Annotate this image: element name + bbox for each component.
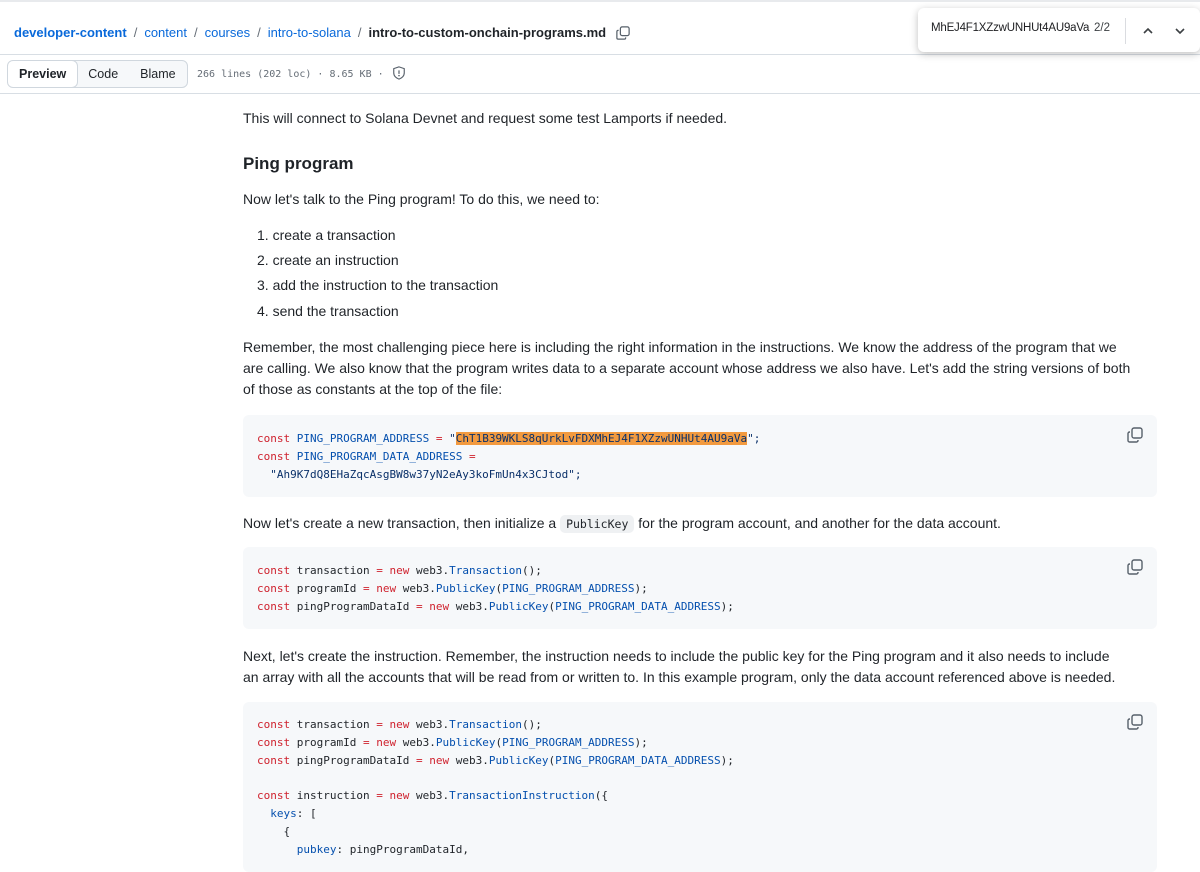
- list-item: 3. add the instruction to the transactio…: [257, 277, 499, 293]
- paragraph-intro: Now let's talk to the Ping program! To d…: [243, 191, 600, 207]
- paragraph-remember-line: are calling. We also know that the progr…: [243, 360, 1131, 376]
- paragraph-remember-line: of those as constants at the top of the …: [243, 381, 503, 397]
- breadcrumb-repo-link[interactable]: developer-content: [14, 25, 127, 40]
- chevron-down-icon: [1175, 28, 1185, 35]
- current-file-name: intro-to-custom-onchain-programs.md: [368, 25, 607, 40]
- copy-path-icon[interactable]: [616, 25, 630, 40]
- code-line: const PING_PROGRAM_ADDRESS = "ChT1B39WKL…: [257, 432, 761, 445]
- breadcrumb-separator: /: [257, 25, 261, 40]
- breadcrumb-content-link[interactable]: content: [144, 25, 187, 40]
- tab-preview[interactable]: Preview: [7, 61, 79, 87]
- paragraph-devnet: This will connect to Solana Devnet and r…: [243, 110, 728, 126]
- code-line: "Ah9K7dQ8EHaZqcAsgBW8w37yN2eAy3koFmUn4x3…: [270, 468, 582, 481]
- code-line: const programId = new web3.PublicKey(PIN…: [257, 582, 648, 595]
- tab-blame[interactable]: Blame: [129, 61, 186, 87]
- copy-icon: [1127, 714, 1143, 730]
- paragraph-remember-line: Remember, the most challenging piece her…: [243, 339, 1117, 355]
- code-line: const pingProgramDataId = new web3.Publi…: [257, 754, 734, 767]
- copy-icon: [1127, 559, 1143, 575]
- code-line: pubkey: pingProgramDataId,: [296, 843, 469, 856]
- code-line: const instruction = new web3.Transaction…: [257, 789, 609, 802]
- tab-code[interactable]: Code: [77, 61, 129, 87]
- breadcrumb-separator: /: [357, 25, 362, 40]
- view-mode-switch: Preview Code Blame: [7, 60, 188, 88]
- find-in-page-bar: MhEJ4F1XZzwUNHUt4AU9aVa 2/2: [918, 8, 1200, 52]
- find-query-input[interactable]: MhEJ4F1XZzwUNHUt4AU9aVa: [931, 22, 1089, 34]
- paragraph-new-transaction: Now let's create a new transaction, then…: [243, 515, 1001, 533]
- code-line: const transaction = new web3.Transaction…: [257, 718, 542, 731]
- find-match-highlight: ChT1B39WKLS8qUrkLvFDXMhEJ4F1XZzwUNHUt4AU…: [455, 432, 748, 445]
- copy-code-button[interactable]: [1127, 427, 1143, 443]
- file-info: 266 lines (202 loc) · 8.65 KB ·: [197, 66, 406, 80]
- list-item: 2. create an instruction: [257, 252, 399, 268]
- breadcrumb-intro-link[interactable]: intro-to-solana: [268, 25, 351, 40]
- code-block-instruction: const transaction = new web3.Transaction…: [243, 702, 1157, 872]
- inline-code-publickey: PublicKey: [560, 515, 635, 533]
- list-item: 4. send the transaction: [257, 303, 399, 319]
- copy-icon: [1127, 427, 1143, 443]
- paragraph-instruction-line: Next, let's create the instruction. Reme…: [243, 648, 1110, 664]
- code-line: {: [257, 825, 291, 838]
- code-line: const PING_PROGRAM_DATA_ADDRESS =: [257, 450, 476, 463]
- code-line: const programId = new web3.PublicKey(PIN…: [257, 736, 648, 749]
- code-line: const transaction = new web3.Transaction…: [257, 564, 542, 577]
- code-line: const pingProgramDataId = new web3.Publi…: [257, 600, 734, 613]
- file-stats-text: 266 lines (202 loc) · 8.65 KB ·: [197, 69, 384, 80]
- chevron-up-icon: [1143, 27, 1153, 34]
- file-toolbar: Preview Code Blame 266 lines (202 loc) ·…: [0, 55, 1200, 94]
- find-match-count: 2/2: [1094, 22, 1110, 34]
- find-previous-button[interactable]: [1137, 20, 1159, 42]
- list-item: 1. create a transaction: [257, 227, 396, 243]
- code-block-constants: const PING_PROGRAM_ADDRESS = "ChT1B39WKL…: [243, 415, 1157, 497]
- code-line: keys: [: [270, 807, 317, 820]
- breadcrumb: developer-content / content / courses / …: [14, 25, 630, 40]
- breadcrumb-courses-link[interactable]: courses: [205, 25, 251, 40]
- copy-code-button[interactable]: [1127, 714, 1143, 730]
- paragraph-instruction-line: an array with all the accounts that will…: [243, 669, 1116, 685]
- breadcrumb-separator: /: [193, 25, 198, 40]
- heading-ping-program: Ping program: [243, 154, 354, 173]
- breadcrumb-separator: /: [133, 25, 138, 40]
- browser-top-strip: [0, 0, 1200, 2]
- find-next-button[interactable]: [1169, 20, 1191, 42]
- find-divider: [1125, 18, 1126, 44]
- shield-icon[interactable]: [392, 66, 406, 80]
- code-block-transaction: const transaction = new web3.Transaction…: [243, 547, 1157, 629]
- copy-code-button[interactable]: [1127, 559, 1143, 575]
